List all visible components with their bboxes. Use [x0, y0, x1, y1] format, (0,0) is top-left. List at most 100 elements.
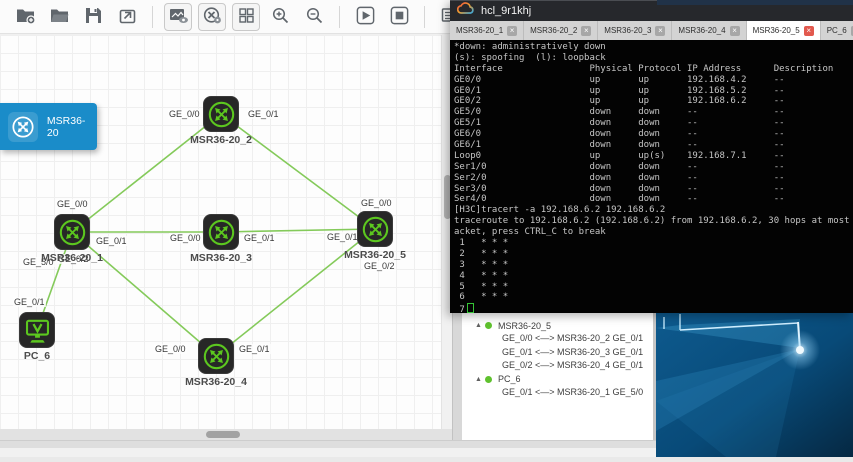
console-line: (s): spoofing (l): loopback — [454, 53, 853, 64]
router-icon — [203, 96, 239, 132]
tab-close-icon[interactable]: × — [730, 26, 740, 36]
topology-summary-panel: ▲MSR36-20_5GE_0/0 <—> MSR36-20_2 GE_0/1G… — [462, 313, 653, 440]
panel-splitter[interactable] — [452, 313, 462, 440]
show-interface-panel-button[interactable] — [198, 3, 226, 31]
console-line: GE0/2 up up 192.168.6.2 -- — [454, 96, 853, 107]
export-topology-icon — [118, 6, 137, 28]
export-topology-button[interactable] — [113, 3, 141, 31]
zoom-out-button[interactable] — [300, 3, 328, 31]
canvas-horizontal-scrollbar[interactable] — [0, 429, 452, 440]
terminal-window: hcl_9r1khj MSR36-20_1×MSR36-20_2×MSR36-2… — [450, 0, 853, 313]
device-MSR36-20_5[interactable]: MSR36-20_5 — [357, 211, 393, 247]
device-MSR36-20_2[interactable]: MSR36-20_2 — [203, 96, 239, 132]
device-label: PC_6 — [24, 350, 50, 362]
tab-close-icon[interactable]: × — [655, 26, 665, 36]
router-icon — [198, 338, 234, 374]
port-label: GE_0/0 — [56, 199, 89, 209]
console-line: GE0/1 up up 192.168.5.2 -- — [454, 86, 853, 97]
router-icon — [8, 112, 38, 142]
collapse-arrow-icon[interactable]: ▲ — [475, 322, 485, 329]
zoom-in-button[interactable] — [266, 3, 294, 31]
terminal-console[interactable]: *down: administratively down(s): spoofin… — [450, 40, 853, 313]
port-label: GE_0/1 — [238, 344, 271, 354]
tree-node-label: MSR36-20_5 — [498, 321, 551, 331]
cloud-icon — [457, 2, 475, 20]
toolbar-separator — [339, 6, 340, 28]
new-topology-button[interactable] — [11, 3, 39, 31]
tree-link-item[interactable]: GE_0/1 <—> MSR36-20_3 GE_0/1 — [462, 346, 653, 360]
tree-link-item[interactable]: GE_0/0 <—> MSR36-20_2 GE_0/1 — [462, 332, 653, 346]
horizontal-scrollbar-thumb[interactable] — [206, 431, 240, 438]
status-dot — [485, 376, 492, 383]
console-line: 6 * * * — [454, 292, 853, 303]
console-line: Ser4/0 down down -- -- — [454, 194, 853, 205]
tab-label: PC_6 — [827, 26, 847, 35]
device-label: MSR36-20_1 — [41, 252, 103, 264]
router-icon — [357, 211, 393, 247]
tab-label: MSR36-20_1 — [456, 26, 503, 35]
console-line: GE6/0 down down -- -- — [454, 129, 853, 140]
router-icon — [54, 214, 90, 250]
tab-close-icon[interactable]: × — [804, 26, 814, 36]
open-topology-button[interactable] — [45, 3, 73, 31]
port-label: GE_0/0 — [169, 233, 202, 243]
console-line: GE5/1 down down -- -- — [454, 118, 853, 129]
link-MSR36-20_1-MSR36-20_4[interactable] — [72, 232, 216, 356]
console-line: 5 * * * — [454, 282, 853, 293]
console-line: acket, press CTRL_C to break — [454, 227, 853, 238]
device-label: MSR36-20_2 — [190, 134, 252, 146]
palette-badge-label: MSR36-20 — [47, 115, 97, 139]
console-line: *down: administratively down — [454, 42, 853, 53]
terminal-tab-MSR36-20_5[interactable]: MSR36-20_5× — [747, 21, 821, 40]
console-line: 4 * * * — [454, 271, 853, 282]
device-MSR36-20_1[interactable]: MSR36-20_1 — [54, 214, 90, 250]
tab-close-icon[interactable]: × — [581, 26, 591, 36]
terminal-tab-MSR36-20_3[interactable]: MSR36-20_3× — [598, 21, 672, 40]
show-grid-button[interactable] — [232, 3, 260, 31]
start-all-devices-button[interactable] — [351, 3, 379, 31]
port-label: GE_0/1 — [13, 297, 46, 307]
tree-node-label: PC_6 — [498, 374, 521, 384]
save-topology-button[interactable] — [79, 3, 107, 31]
toolbar-separator — [424, 6, 425, 28]
stop-all-devices-button[interactable] — [385, 3, 413, 31]
tree-link-item[interactable]: GE_0/1 <—> MSR36-20_1 GE_5/0 — [462, 386, 653, 400]
terminal-tab-MSR36-20_1[interactable]: MSR36-20_1 × — [450, 21, 524, 40]
show-device-panel-icon — [168, 6, 189, 28]
topology-canvas[interactable]: MSR36-20 GE_0/0GE_0/1GE_0/0GE_0/1GE_5/0G… — [0, 35, 441, 429]
device-PC_6[interactable]: PC_6 — [19, 312, 55, 348]
device-MSR36-20_3[interactable]: MSR36-20_3 — [203, 214, 239, 250]
console-line: Ser1/0 down down -- -- — [454, 162, 853, 173]
save-topology-icon — [84, 6, 103, 28]
tab-label: MSR36-20_4 — [678, 26, 725, 35]
console-cursor — [467, 303, 474, 313]
tab-close-icon[interactable]: × — [507, 26, 517, 36]
console-line: GE0/0 up up 192.168.4.2 -- — [454, 75, 853, 86]
tree-node-MSR36-20_5[interactable]: ▲ MSR36-20_5 — [462, 319, 653, 332]
collapse-arrow-icon[interactable]: ▲ — [475, 376, 485, 383]
terminal-tab-PC_6[interactable]: PC_6× — [821, 21, 853, 40]
device-MSR36-20_4[interactable]: MSR36-20_4 — [198, 338, 234, 374]
pc-icon — [19, 312, 55, 348]
device-label: MSR36-20_3 — [190, 252, 252, 264]
show-interface-panel-icon — [202, 6, 223, 28]
tree-node-PC_6[interactable]: ▲ PC_6 — [462, 373, 653, 386]
terminal-title-bar[interactable]: hcl_9r1khj — [450, 0, 853, 21]
show-grid-icon — [237, 6, 256, 28]
desktop-wallpaper — [656, 313, 853, 457]
tree-link-item[interactable]: GE_0/2 <—> MSR36-20_4 GE_0/1 — [462, 359, 653, 373]
new-topology-icon — [15, 6, 36, 28]
terminal-tab-MSR36-20_4[interactable]: MSR36-20_4 × — [672, 21, 746, 40]
device-palette-badge[interactable]: MSR36-20 — [0, 103, 97, 150]
console-line: Interface Physical Protocol IP Address D… — [454, 64, 853, 75]
console-line: 1 * * * — [454, 238, 853, 249]
show-device-panel-button[interactable] — [164, 3, 192, 31]
link-MSR36-20_2-MSR36-20_5[interactable] — [221, 114, 375, 229]
port-label: GE_0/1 — [243, 233, 276, 243]
console-line: Loop0 up up(s) 192.168.7.1 -- — [454, 151, 853, 162]
terminal-tab-MSR36-20_2[interactable]: MSR36-20_2× — [524, 21, 598, 40]
stop-all-devices-icon — [389, 5, 410, 29]
console-line: Ser2/0 down down -- -- — [454, 173, 853, 184]
toolbar-separator — [152, 6, 153, 28]
open-topology-icon — [49, 6, 70, 28]
